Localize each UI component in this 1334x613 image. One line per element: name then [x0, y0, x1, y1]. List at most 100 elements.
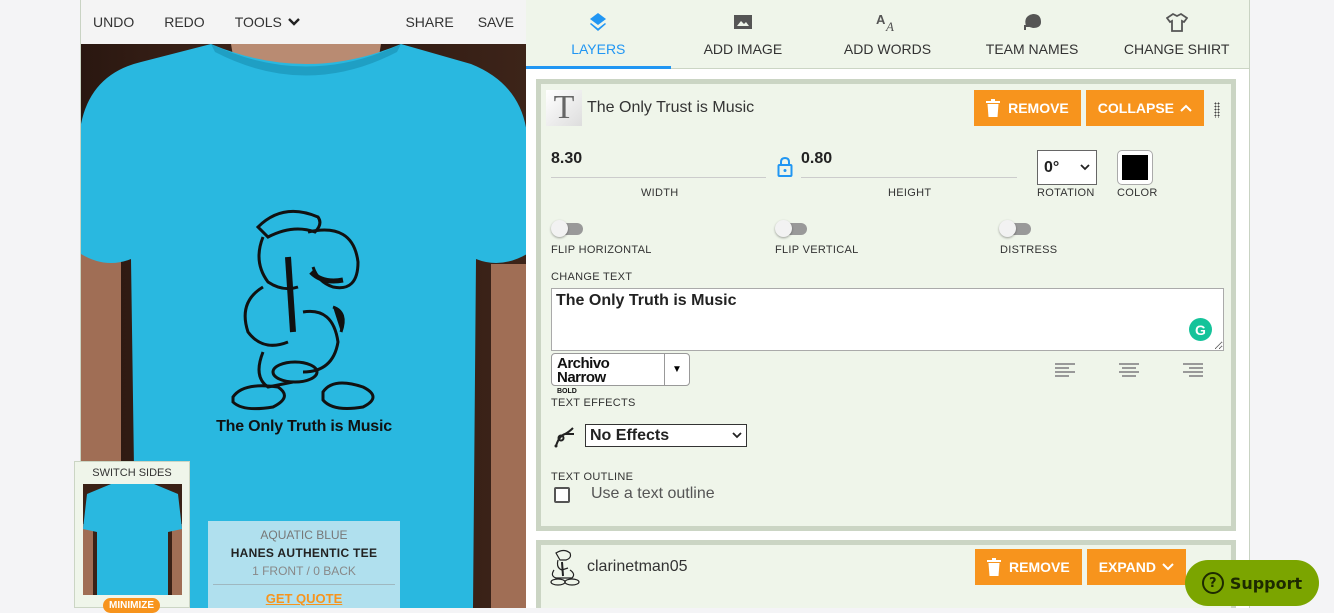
- flip-horizontal-label: FLIP HORIZONTAL: [551, 244, 652, 256]
- width-label: WIDTH: [641, 187, 679, 199]
- layers-icon: [590, 13, 607, 31]
- chevron-up-icon: [1180, 104, 1192, 112]
- clarinetman-graphic[interactable]: [223, 202, 393, 412]
- font-preview: Archivo Narrow BOLD: [552, 354, 664, 395]
- design-text-layer[interactable]: The Only Truth is Music: [81, 418, 527, 436]
- text-effects-label: TEXT EFFECTS: [551, 397, 636, 409]
- color-label: COLOR: [1117, 187, 1158, 199]
- clarinetman-thumbnail: [550, 549, 580, 586]
- distress-toggle[interactable]: [999, 220, 1035, 237]
- remove-label: REMOVE: [1008, 100, 1069, 116]
- text-outline-label: TEXT OUTLINE: [551, 471, 634, 483]
- rotation-label: ROTATION: [1037, 187, 1095, 199]
- grammarly-icon[interactable]: G: [1189, 318, 1212, 341]
- switch-sides-label: SWITCH SIDES: [92, 467, 172, 479]
- product-name: HANES AUTHENTIC TEE: [230, 546, 378, 560]
- minimize-button[interactable]: MINIMIZE: [103, 598, 160, 613]
- flip-vertical-toggle[interactable]: [775, 220, 811, 237]
- height-underline: [801, 177, 1017, 178]
- flip-vertical-label: FLIP VERTICAL: [775, 244, 859, 256]
- quote-box: AQUATIC BLUE HANES AUTHENTIC TEE 1 FRONT…: [208, 521, 400, 608]
- remove-button[interactable]: REMOVE: [974, 90, 1081, 126]
- flip-horizontal-toggle[interactable]: [551, 220, 587, 237]
- rotation-select[interactable]: 0°: [1037, 150, 1097, 185]
- font-name: Archivo Narrow: [557, 355, 610, 386]
- tab-layers[interactable]: LAYERS: [526, 0, 671, 69]
- tools-menu[interactable]: TOOLS: [235, 14, 301, 30]
- chevron-down-icon: [1080, 164, 1090, 171]
- text-effect-value: No Effects: [590, 426, 670, 444]
- undo-button[interactable]: UNDO: [93, 14, 134, 30]
- change-text-label: CHANGE TEXT: [551, 271, 633, 283]
- change-text-input[interactable]: The Only Truth is Music: [551, 288, 1224, 351]
- help-icon: ?: [1201, 572, 1224, 594]
- get-quote-link[interactable]: GET QUOTE: [266, 591, 343, 606]
- editor-panel: LAYERS ADD IMAGE AA ADD WORDS TEAM NAMES…: [526, 0, 1250, 608]
- height-label: HEIGHT: [888, 187, 932, 199]
- text-outline-checkbox[interactable]: [554, 487, 570, 503]
- layer-header: clarinetman05 REMOVE EXPAND: [546, 547, 1226, 587]
- helmet-icon: [1024, 14, 1042, 30]
- font-select[interactable]: Archivo Narrow BOLD ▼: [551, 353, 690, 395]
- layer-name: The Only Trust is Music: [587, 99, 755, 116]
- expand-button[interactable]: EXPAND: [1086, 549, 1186, 585]
- width-underline: [551, 177, 766, 178]
- switch-sides-panel[interactable]: SWITCH SIDES MINIMIZE: [74, 461, 190, 613]
- divider: [213, 584, 395, 585]
- tab-label: ADD IMAGE: [703, 41, 783, 57]
- align-left-icon[interactable]: [1055, 363, 1075, 379]
- svg-text:A: A: [876, 12, 886, 27]
- text-icon: AA: [876, 12, 894, 33]
- align-center-icon[interactable]: [1119, 363, 1139, 379]
- support-label: Support: [1229, 573, 1303, 593]
- color-swatch: [1122, 155, 1148, 180]
- collapse-button[interactable]: COLLAPSE: [1085, 90, 1204, 126]
- shirt-icon: [1165, 12, 1188, 32]
- text-effects-select[interactable]: No Effects: [585, 424, 747, 447]
- layer-card-text: T The Only Trust is Music REMOVE COLLAPS…: [536, 79, 1236, 531]
- chevron-down-icon: [732, 432, 742, 439]
- tab-team-names[interactable]: TEAM NAMES: [960, 0, 1105, 68]
- tools-label: TOOLS: [234, 14, 282, 30]
- lock-icon[interactable]: [777, 156, 793, 178]
- tab-add-image[interactable]: ADD IMAGE: [671, 0, 816, 68]
- height-value[interactable]: 0.80: [801, 150, 832, 168]
- text-outline-checkbox-label[interactable]: Use a text outline: [591, 485, 715, 503]
- text-layer-thumbnail: T: [546, 89, 582, 126]
- trash-icon: [987, 558, 1001, 576]
- collapse-label: COLLAPSE: [1097, 100, 1174, 116]
- chevron-down-icon: [288, 18, 300, 26]
- color-swatch-button[interactable]: [1117, 150, 1153, 185]
- width-value[interactable]: 8.30: [551, 150, 582, 168]
- chevron-down-icon: [1162, 563, 1174, 571]
- tab-change-shirt[interactable]: CHANGE SHIRT: [1104, 0, 1249, 68]
- svg-text:A: A: [885, 19, 894, 33]
- shirt-color-name: AQUATIC BLUE: [260, 528, 348, 542]
- rotation-value: 0°: [1044, 158, 1060, 176]
- stage-toolbar: UNDO REDO TOOLS SHARE SAVE: [81, 0, 526, 44]
- image-icon: [733, 15, 752, 29]
- layer-header: T The Only Trust is Music REMOVE COLLAPS…: [546, 88, 1226, 128]
- tab-add-words[interactable]: AA ADD WORDS: [815, 0, 960, 68]
- remove-button[interactable]: REMOVE: [975, 549, 1082, 585]
- design-stage: UNDO REDO TOOLS SHARE SAVE The Only Trut…: [74, 0, 527, 613]
- redo-button[interactable]: REDO: [164, 14, 204, 30]
- layer-card-image: clarinetman05 REMOVE EXPAND: [536, 540, 1236, 608]
- trash-icon: [986, 99, 1001, 117]
- shirt-back-thumbnail[interactable]: [82, 484, 182, 595]
- tab-label: LAYERS: [571, 41, 626, 57]
- text-effects-icon: [554, 427, 574, 448]
- print-count: 1 FRONT / 0 BACK: [252, 564, 356, 578]
- tab-label: CHANGE SHIRT: [1123, 41, 1230, 57]
- tab-label: ADD WORDS: [843, 41, 932, 57]
- expand-label: EXPAND: [1098, 559, 1156, 575]
- tab-bar: LAYERS ADD IMAGE AA ADD WORDS TEAM NAMES…: [526, 0, 1249, 69]
- align-right-icon[interactable]: [1183, 363, 1203, 379]
- save-button[interactable]: SAVE: [478, 14, 514, 30]
- share-button[interactable]: SHARE: [405, 14, 453, 30]
- drag-handle-icon[interactable]: [1214, 102, 1220, 118]
- distress-label: DISTRESS: [1000, 244, 1058, 256]
- caret-down-icon[interactable]: ▼: [664, 354, 689, 385]
- support-button[interactable]: ? Support: [1185, 560, 1319, 606]
- layer-name: clarinetman05: [587, 558, 688, 575]
